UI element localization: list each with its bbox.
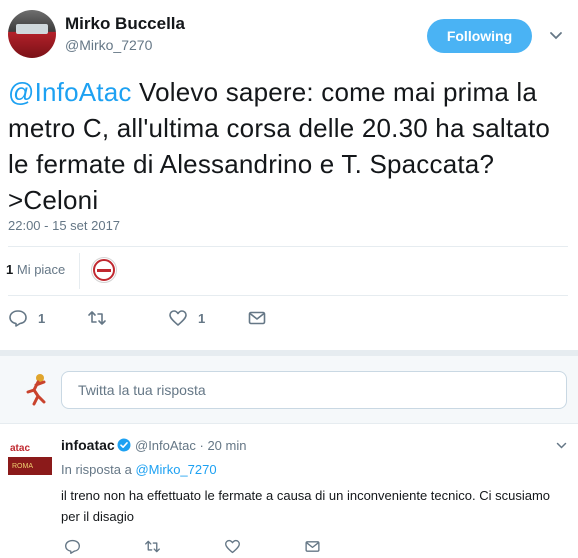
reply-action[interactable]: 1 [8,308,45,328]
in-reply-to: In risposta a @Mirko_7270 [61,462,217,477]
likes-count: 1 [6,262,14,277]
reply-author-avatar[interactable]: atac ROMA [8,437,52,481]
heart-icon [169,310,187,326]
reply-action[interactable] [64,538,81,558]
reply-icon [9,310,27,327]
user-avatar[interactable] [24,372,50,406]
tweet-timestamp[interactable]: 22:00 - 15 set 2017 [8,218,120,233]
divider [79,253,80,289]
verified-icon [117,438,131,452]
like-action[interactable]: 1 [168,308,205,328]
retweet-action[interactable] [144,538,161,558]
direct-message-action[interactable] [304,538,321,558]
reply-input[interactable]: Twitta la tua risposta [61,371,567,409]
retweet-action[interactable] [87,308,107,328]
following-button[interactable]: Following [427,19,532,53]
author-name[interactable]: Mirko Buccella [65,14,185,34]
in-reply-handle[interactable]: @Mirko_7270 [135,462,216,477]
divider [8,295,568,296]
likes-label: Mi piace [16,262,66,277]
reply-author-name[interactable]: infoatac [61,437,115,453]
divider [8,246,568,247]
like-action[interactable] [224,538,241,558]
liker-avatar[interactable] [91,257,117,283]
author-handle[interactable]: @Mirko_7270 [65,37,152,53]
reply-icon [65,539,80,554]
retweet-icon [88,311,106,325]
likes-summary[interactable]: 1 Mi piace [6,262,65,277]
direct-message-icon [305,541,320,552]
direct-message-action[interactable] [247,308,267,328]
avatar-logo-banner: ROMA [8,457,52,475]
like-count: 1 [198,310,206,326]
direct-message-icon [248,311,266,325]
reply-text: il treno non ha effettuato le fermate a … [61,488,550,524]
reply-tweet: atac ROMA infoatac @InfoAtac · 20 min In… [0,424,578,558]
tweet-text: @InfoAtac Volevo sapere: come mai prima … [8,74,568,218]
reply-placeholder: Twitta la tua risposta [78,382,206,398]
heart-icon [225,539,240,554]
reply-count: 1 [38,310,46,326]
in-reply-prefix: In risposta a [61,462,132,477]
avatar-logo-text: atac [10,443,31,454]
chevron-down-icon[interactable] [556,440,567,451]
chevron-down-icon[interactable] [549,28,563,42]
reply-composer: Twitta la tua risposta [0,356,578,424]
mention-link[interactable]: @InfoAtac [8,77,132,107]
main-tweet: Mirko Buccella @Mirko_7270 Following @In… [0,0,578,350]
author-avatar[interactable] [8,10,56,58]
retweet-icon [145,540,160,553]
reply-meta[interactable]: @InfoAtac · 20 min [135,438,246,453]
